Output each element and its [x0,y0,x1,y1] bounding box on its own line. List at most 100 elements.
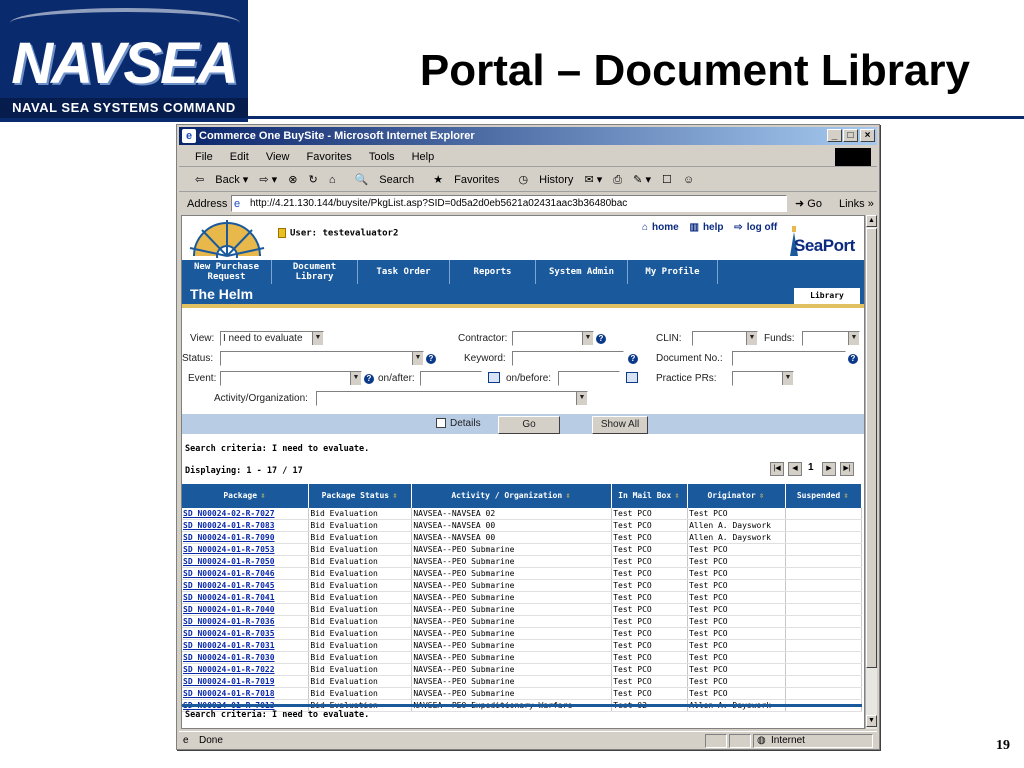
activity-select[interactable]: ▼ [316,391,588,406]
column-header-activity[interactable]: Activity / Organization ⇳ [411,484,613,508]
print-icon[interactable]: ⎙ [613,174,622,186]
forward-button[interactable]: ⇨ ▾ [259,174,277,186]
close-button[interactable]: × [860,129,875,142]
help-icon[interactable]: ? [848,354,858,364]
sort-icon[interactable]: ⇳ [673,491,681,501]
library-tab[interactable]: Library [794,288,860,304]
discuss-icon[interactable]: ☐ [662,174,672,186]
package-link[interactable]: SD N00024-01-R-7083 [182,519,310,532]
view-select[interactable]: I need to evaluate ▼ [220,331,324,346]
event-select[interactable]: ▼ [220,371,362,386]
help-icon[interactable]: ? [596,334,606,344]
package-link[interactable]: SD N00024-01-R-7046 [182,567,310,580]
minimize-button[interactable]: _ [827,129,842,142]
in-mail-box: Test PCO [611,627,689,640]
prev-page-icon[interactable]: ◀ [788,462,802,476]
scroll-thumb[interactable] [866,228,877,668]
package-link[interactable]: SD N00024-01-R-7035 [182,627,310,640]
calendar-icon[interactable] [488,372,500,383]
scroll-up-icon[interactable]: ▲ [866,215,877,227]
column-header-package-status[interactable]: Package Status ⇳ [308,484,413,508]
help-icon[interactable]: ? [628,354,638,364]
log-off-link[interactable]: ⇨ log off [734,222,781,233]
package-link[interactable]: SD N00024-01-R-7019 [182,675,310,688]
menu-tools[interactable]: Tools [369,151,395,163]
calendar-icon[interactable] [626,372,638,383]
next-page-icon[interactable]: ▶ [822,462,836,476]
menu-favorites[interactable]: Favorites [307,151,352,163]
links-button[interactable]: Links » [839,193,874,215]
last-page-icon[interactable]: ▶| [840,462,854,476]
edit-icon[interactable]: ✎ ▾ [633,174,651,186]
history-button[interactable]: ◷ History [510,174,573,186]
package-link[interactable]: SD N00024-01-R-7045 [182,579,310,592]
practice-prs-select[interactable]: ▼ [732,371,794,386]
package-link[interactable]: SD N00024-01-R-7041 [182,591,310,604]
home-icon[interactable]: ⌂ [329,174,336,186]
vertical-scrollbar[interactable]: ▲ ▼ [865,215,877,729]
column-header-package[interactable]: Package ⇳ [182,484,310,508]
contractor-select[interactable]: ▼ [512,331,594,346]
column-header-originator[interactable]: Originator ⇳ [687,484,787,508]
stop-icon[interactable]: ⊗ [288,174,297,186]
nav-system-admin[interactable]: System Admin [536,260,628,284]
nav-document-library[interactable]: Document Library [272,260,358,284]
chevron-down-icon: ▼ [350,372,361,385]
sort-icon[interactable]: ⇳ [564,491,572,501]
messenger-icon[interactable]: ☺ [683,174,694,186]
refresh-icon[interactable]: ↻ [309,174,318,186]
help-icon[interactable]: ? [426,354,436,364]
package-link[interactable]: SD N00024-01-R-7040 [182,603,310,616]
on-before-input[interactable] [558,371,620,386]
page-number[interactable]: 1 [808,462,814,473]
keyword-input[interactable] [512,351,624,366]
menu-file[interactable]: File [195,151,213,163]
sort-icon[interactable]: ⇳ [842,491,850,501]
address-input[interactable]: e http://4.21.130.144/buysite/PkgList.as… [231,195,787,212]
nav-new-purchase-request[interactable]: New Purchase Request [182,260,272,284]
help-icon[interactable]: ? [364,374,374,384]
suspended [785,675,862,688]
package-link[interactable]: SD N00024-01-R-7018 [182,687,310,700]
nav-my-profile[interactable]: My Profile [628,260,718,284]
suspended [785,627,862,640]
maximize-button[interactable]: □ [843,129,858,142]
logo-subtitle: NAVAL SEA SYSTEMS COMMAND [0,98,248,118]
status-select[interactable]: ▼ [220,351,424,366]
document-no-input[interactable] [732,351,846,366]
search-button[interactable]: 🔍 Search [347,174,415,186]
menu-view[interactable]: View [266,151,290,163]
package-link[interactable]: SD N00024-02-R-7027 [182,508,310,520]
menu-edit[interactable]: Edit [230,151,249,163]
scroll-down-icon[interactable]: ▼ [866,715,877,727]
go-button[interactable]: ➜ Go [795,193,822,215]
window-titlebar[interactable]: e Commerce One BuySite - Microsoft Inter… [179,127,877,145]
package-link[interactable]: SD N00024-01-R-7022 [182,663,310,676]
home-link[interactable]: ⌂ home [642,222,683,233]
clin-select[interactable]: ▼ [692,331,758,346]
column-header-suspended[interactable]: Suspended ⇳ [785,484,862,508]
package-link[interactable]: SD N00024-01-R-7050 [182,555,310,568]
go-search-button[interactable]: Go [498,416,560,434]
mail-icon[interactable]: ✉ ▾ [584,174,602,186]
sort-icon[interactable]: ⇳ [259,491,267,501]
first-page-icon[interactable]: |◀ [770,462,784,476]
package-link[interactable]: SD N00024-01-R-7090 [182,531,310,544]
package-link[interactable]: SD N00024-01-R-7036 [182,615,310,628]
package-link[interactable]: SD N00024-01-R-7053 [182,543,310,556]
sort-icon[interactable]: ⇳ [758,491,766,501]
favorites-button[interactable]: ★ Favorites [425,174,499,186]
nav-task-order[interactable]: Task Order [358,260,450,284]
sort-icon[interactable]: ⇳ [391,491,399,501]
package-link[interactable]: SD N00024-01-R-7031 [182,639,310,652]
help-link[interactable]: ▥ help [690,222,728,233]
details-checkbox[interactable] [436,418,446,428]
on-after-input[interactable] [420,371,482,386]
back-button[interactable]: ⇦ Back ▾ [187,174,248,186]
menu-help[interactable]: Help [412,151,435,163]
nav-reports[interactable]: Reports [450,260,536,284]
show-all-button[interactable]: Show All [592,416,648,434]
column-header-in-mail-box[interactable]: In Mail Box ⇳ [611,484,689,508]
funds-select[interactable]: ▼ [802,331,860,346]
package-link[interactable]: SD N00024-01-R-7030 [182,651,310,664]
